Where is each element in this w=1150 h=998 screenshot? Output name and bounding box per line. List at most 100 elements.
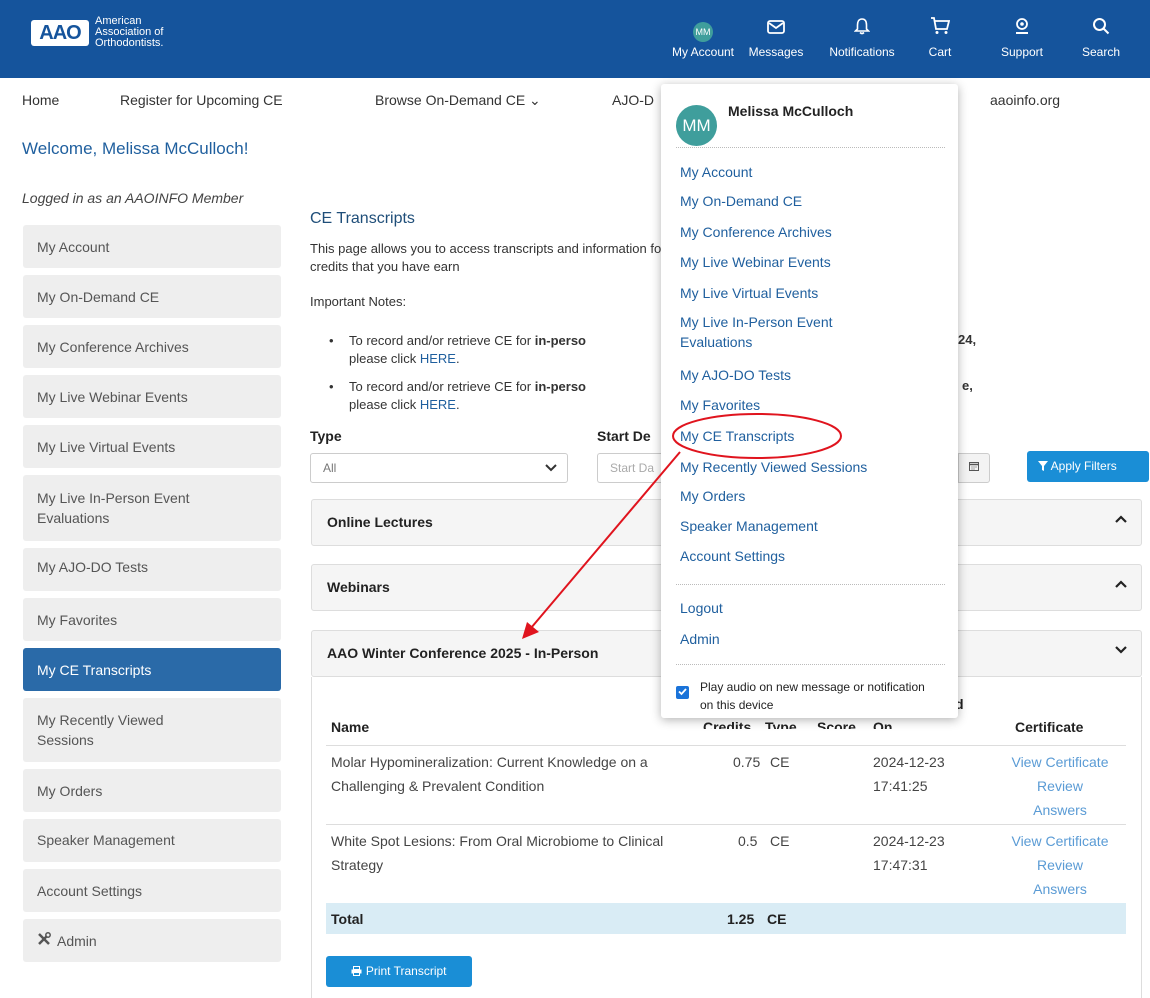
row-date: 2024-12-23 bbox=[873, 833, 945, 849]
dropdown-item-my-account[interactable]: My Account bbox=[680, 162, 940, 182]
row-time: 17:41:25 bbox=[873, 778, 928, 794]
messages-label: Messages bbox=[748, 45, 804, 59]
sidebar-item-in-person-evaluations[interactable]: My Live In-Person Event Evaluations bbox=[23, 475, 281, 541]
nav-register-upcoming-ce[interactable]: Register for Upcoming CE bbox=[120, 92, 283, 108]
dropdown-item-in-person-evaluations[interactable]: My Live In-Person Event Evaluations bbox=[680, 312, 900, 352]
audio-notification-label: Play audio on new message or notificatio… bbox=[700, 680, 925, 712]
total-credits: 1.25 bbox=[727, 911, 755, 927]
dropdown-item-live-webinar-events[interactable]: My Live Webinar Events bbox=[680, 252, 940, 272]
row-certificate-links: View Certificate Review Answers bbox=[985, 750, 1135, 822]
sidebar-item-orders[interactable]: My Orders bbox=[23, 769, 281, 812]
welcome-heading: Welcome, Melissa McCulloch! bbox=[22, 139, 249, 158]
support-icon bbox=[987, 16, 1057, 42]
dropdown-item-on-demand-ce[interactable]: My On-Demand CE bbox=[680, 191, 940, 211]
filter-icon bbox=[1038, 459, 1051, 473]
nav-browse-on-demand-ce[interactable]: Browse On-Demand CE ⌄ bbox=[375, 92, 541, 109]
dropdown-item-admin[interactable]: Admin bbox=[680, 629, 940, 649]
secondary-nav: Home Register for Upcoming CE Browse On-… bbox=[0, 78, 1150, 126]
sidebar-item-speaker-management[interactable]: Speaker Management bbox=[23, 819, 281, 862]
notifications-button[interactable]: Notifications bbox=[827, 16, 897, 59]
messages-button[interactable]: Messages bbox=[741, 16, 811, 59]
envelope-icon bbox=[741, 16, 811, 42]
column-header-credits: Credits bbox=[703, 719, 752, 729]
chevron-down-icon bbox=[1115, 643, 1127, 659]
dropdown-item-live-virtual-events[interactable]: My Live Virtual Events bbox=[680, 283, 940, 303]
logo-text: American Association of Orthodontists. bbox=[95, 16, 163, 49]
dropdown-item-favorites[interactable]: My Favorites bbox=[680, 395, 940, 415]
dropdown-item-logout[interactable]: Logout bbox=[680, 598, 940, 618]
dropdown-item-orders[interactable]: My Orders bbox=[680, 486, 940, 506]
nav-aaoinfo[interactable]: aaoinfo.org bbox=[990, 92, 1060, 108]
review-answers-link-tail[interactable]: Answers bbox=[1033, 881, 1087, 897]
sidebar-item-on-demand-ce[interactable]: My On-Demand CE bbox=[23, 275, 281, 318]
row-credits: 0.75 bbox=[733, 754, 761, 770]
nav-home[interactable]: Home bbox=[22, 92, 59, 108]
sidebar-item-recently-viewed[interactable]: My Recently Viewed Sessions bbox=[23, 698, 281, 762]
account-dropdown-menu: MM Melissa McCulloch My Account My On-De… bbox=[661, 84, 958, 718]
my-account-label: My Account bbox=[671, 45, 735, 59]
note-link-pre: please click bbox=[349, 351, 420, 366]
note-pre: To record and/or retrieve CE for bbox=[349, 379, 535, 394]
dropdown-user-name: Melissa McCulloch bbox=[728, 103, 854, 119]
review-answers-link[interactable]: Review bbox=[1037, 857, 1083, 873]
column-header-certificate: Certificate bbox=[1015, 719, 1084, 735]
support-label: Support bbox=[1000, 45, 1044, 59]
sidebar-item-label: My AJO-DO Tests bbox=[37, 559, 148, 575]
support-button[interactable]: Support bbox=[987, 16, 1057, 59]
note-tail-text: 24, bbox=[958, 332, 977, 347]
sidebar-item-my-account[interactable]: My Account bbox=[23, 225, 281, 268]
apply-filters-button[interactable]: Apply Filters bbox=[1027, 451, 1149, 482]
avatar: MM bbox=[676, 105, 717, 146]
cart-button[interactable]: Cart bbox=[905, 16, 975, 59]
print-transcript-button[interactable]: Print Transcript bbox=[326, 956, 472, 987]
sidebar-item-favorites[interactable]: My Favorites bbox=[23, 598, 281, 641]
row-type: CE bbox=[770, 754, 790, 770]
bell-icon bbox=[827, 16, 897, 42]
sidebar-item-label: Admin bbox=[57, 932, 97, 949]
start-date-input[interactable]: Start Da bbox=[597, 453, 667, 483]
row-name: Molar Hypomineralization: Current Knowle… bbox=[331, 754, 648, 794]
column-header-date: On bbox=[873, 719, 893, 729]
note-here-link[interactable]: HERE bbox=[420, 397, 456, 412]
sidebar-item-live-virtual-events[interactable]: My Live Virtual Events bbox=[23, 425, 281, 468]
search-button[interactable]: Search bbox=[1066, 16, 1136, 59]
note-text: To record and/or retrieve CE for in-pers… bbox=[349, 333, 586, 366]
view-certificate-link[interactable]: View Certificate bbox=[1011, 833, 1108, 849]
sidebar-item-account-settings[interactable]: Account Settings bbox=[23, 869, 281, 912]
audio-notification-checkbox[interactable] bbox=[676, 686, 689, 699]
note-tail: 24, bbox=[958, 332, 976, 347]
notes-title: Important Notes: bbox=[310, 294, 407, 309]
review-answers-link[interactable]: Review bbox=[1037, 778, 1083, 794]
search-icon bbox=[1066, 16, 1136, 42]
row-time: 17:47:31 bbox=[873, 857, 928, 873]
apply-filters-label: Apply Filters bbox=[1050, 459, 1117, 473]
divider bbox=[676, 664, 945, 665]
note-here-link[interactable]: HERE bbox=[420, 351, 456, 366]
sidebar-item-label: My On-Demand CE bbox=[37, 288, 160, 305]
user-avatar-icon: MM bbox=[668, 16, 738, 42]
dropdown-item-ce-transcripts[interactable]: My CE Transcripts bbox=[680, 426, 940, 446]
dropdown-item-ajo-do-tests[interactable]: My AJO-DO Tests bbox=[680, 365, 940, 385]
logged-in-status: Logged in as an AAOINFO Member bbox=[22, 190, 244, 206]
sidebar-item-ce-transcripts[interactable]: My CE Transcripts bbox=[23, 648, 281, 691]
sidebar-item-ajo-do-tests[interactable]: My AJO-DO Tests bbox=[23, 548, 281, 591]
calendar-icon[interactable] bbox=[958, 453, 990, 483]
dropdown-item-speaker-management[interactable]: Speaker Management bbox=[680, 516, 940, 536]
type-select[interactable]: All bbox=[310, 453, 568, 483]
aao-logo[interactable]: AAO American Association of Orthodontist… bbox=[31, 16, 163, 49]
my-account-button[interactable]: MM My Account bbox=[668, 16, 738, 59]
divider bbox=[676, 147, 945, 148]
sidebar-item-live-webinar-events[interactable]: My Live Webinar Events bbox=[23, 375, 281, 418]
sidebar-item-label: My Recently Viewed Sessions bbox=[37, 712, 164, 748]
cart-icon bbox=[905, 16, 975, 42]
dropdown-item-account-settings[interactable]: Account Settings bbox=[680, 546, 940, 566]
view-certificate-link[interactable]: View Certificate bbox=[1011, 754, 1108, 770]
dropdown-item-recently-viewed[interactable]: My Recently Viewed Sessions bbox=[680, 457, 940, 477]
sidebar-item-conference-archives[interactable]: My Conference Archives bbox=[23, 325, 281, 368]
column-header-score: Score bbox=[817, 719, 856, 729]
chevron-up-icon bbox=[1115, 512, 1127, 528]
sidebar-item-admin[interactable]: Admin bbox=[23, 919, 281, 962]
nav-ajo-do[interactable]: AJO-D bbox=[612, 92, 654, 108]
dropdown-item-conference-archives[interactable]: My Conference Archives bbox=[680, 222, 940, 242]
review-answers-link-tail[interactable]: Answers bbox=[1033, 802, 1087, 818]
